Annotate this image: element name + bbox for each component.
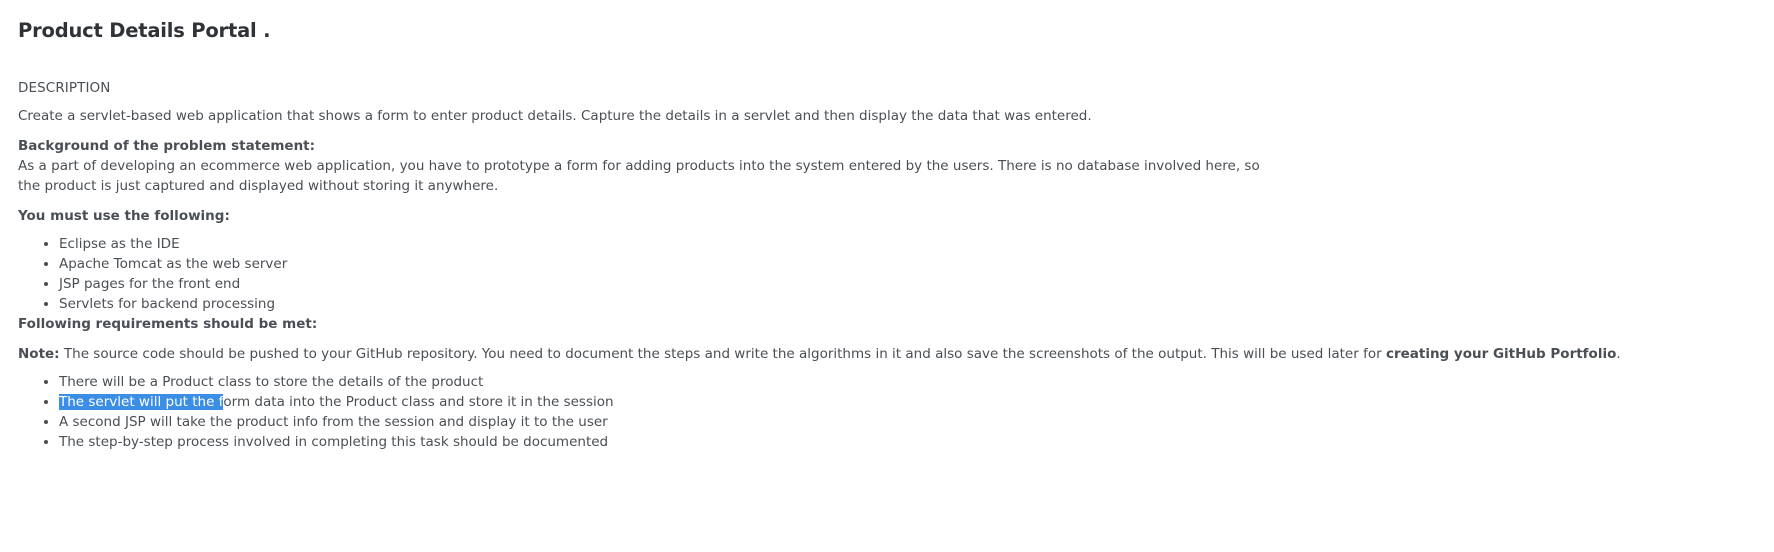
list-item: JSP pages for the front end (59, 274, 1756, 294)
description-intro: Create a servlet-based web application t… (18, 108, 1092, 124)
description-heading: DESCRIPTION (18, 80, 111, 96)
selected-text: The servlet will put the f (59, 394, 224, 410)
background-heading: Background of the problem statement: (18, 138, 316, 154)
page-title: Product Details Portal . (18, 19, 271, 42)
list-item-rest: orm data into the Product class and stor… (223, 394, 614, 410)
note-text: The source code should be pushed to your… (59, 346, 1386, 362)
must-use-list: Eclipse as the IDE Apache Tomcat as the … (18, 234, 1756, 314)
page: Product Details Portal . DESCRIPTION Cre… (0, 0, 1774, 552)
background-paragraph: Background of the problem statement: As … (18, 136, 1756, 196)
list-item: Apache Tomcat as the web server (59, 254, 1756, 274)
note-paragraph: Note: The source code should be pushed t… (18, 344, 1756, 364)
background-line-2: the product is just captured and display… (18, 178, 499, 194)
must-use-heading: You must use the following: (18, 208, 230, 224)
list-item: The step-by-step process involved in com… (59, 432, 1756, 452)
background-line-1: As a part of developing an ecommerce web… (18, 158, 1260, 174)
list-item: Servlets for backend processing (59, 294, 1756, 314)
list-item: The servlet will put the form data into … (59, 392, 1756, 412)
list-item: There will be a Product class to store t… (59, 372, 1756, 392)
requirements-heading: Following requirements should be met: (18, 316, 318, 332)
note-end: . (1616, 346, 1621, 362)
requirements-list: There will be a Product class to store t… (18, 372, 1756, 452)
list-item: Eclipse as the IDE (59, 234, 1756, 254)
list-item: A second JSP will take the product info … (59, 412, 1756, 432)
note-emphasis: creating your GitHub Portfolio (1385, 346, 1617, 362)
note-label: Note: (18, 346, 60, 362)
